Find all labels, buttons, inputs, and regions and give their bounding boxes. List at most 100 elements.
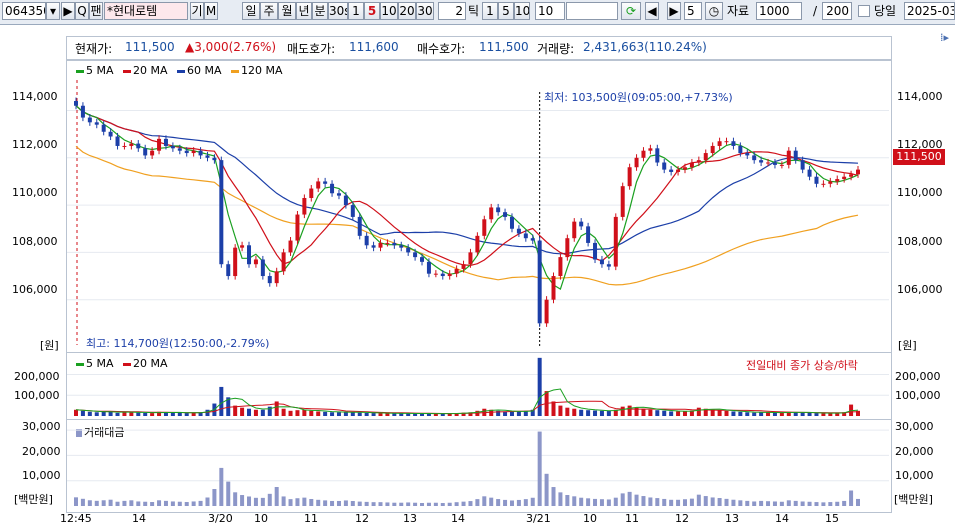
period-button-10[interactable]: 30: [416, 2, 434, 20]
toolbar: 064350 ▾ ▶ Q 팬 *현대로템 기 M 일주월년분30s1510203…: [0, 0, 955, 25]
amount-tick-left-0: 30,000: [22, 420, 61, 433]
stock-name-field[interactable]: *현대로템: [104, 2, 188, 20]
volume-note: 전일대비 종가 상승/하락: [746, 359, 858, 372]
price-label: 현재가:: [75, 42, 113, 56]
prev-icon[interactable]: ◀: [645, 2, 659, 20]
price-tick-left-1: 112,000: [12, 138, 58, 151]
refresh-icon[interactable]: ⟳: [621, 2, 641, 20]
amount-panel[interactable]: [66, 419, 892, 513]
price-tick-left-2: 110,000: [12, 186, 58, 199]
tick-option-0[interactable]: 1: [482, 2, 498, 20]
price-legend: 5 MA 20 MA 60 MA 120 MA: [76, 64, 283, 77]
period-button-9[interactable]: 20: [398, 2, 416, 20]
mode-button[interactable]: 팬: [89, 2, 103, 20]
period-button-1[interactable]: 주: [260, 2, 278, 20]
price-tick-right-4: 106,000: [897, 283, 943, 296]
price-value: 111,500: [125, 40, 175, 54]
period-button-7[interactable]: 5: [364, 2, 380, 20]
x-tick-6: 13: [403, 512, 417, 525]
change-value: ▲3,000(2.76%): [185, 40, 277, 54]
x-tick-7: 14: [451, 512, 465, 525]
stock-code-input[interactable]: 064350: [2, 2, 46, 20]
amount-tick-right-2: 10,000: [895, 469, 934, 482]
today-label: 당일: [874, 4, 897, 18]
legend-ma20: 20 MA: [123, 64, 168, 77]
m-button[interactable]: M: [204, 2, 218, 20]
x-tick-5: 12: [355, 512, 369, 525]
volume-value: 2,431,663(110.24%): [583, 40, 707, 54]
legend-ma60: 60 MA: [177, 64, 222, 77]
price-tick-right-3: 108,000: [897, 235, 943, 248]
legend-ma120: 120 MA: [231, 64, 283, 77]
volume-tick-right-1: 100,000: [895, 389, 941, 402]
tick-count-input[interactable]: 10: [535, 2, 565, 20]
date-input[interactable]: 2025-03-: [904, 2, 955, 20]
today-checkbox[interactable]: [858, 5, 870, 17]
blank-input[interactable]: [566, 2, 618, 20]
page-slash: /: [813, 4, 818, 18]
amount-unit-right: [백만원]: [894, 493, 933, 506]
play-button[interactable]: ▶: [61, 2, 75, 20]
next-icon[interactable]: ▶: [667, 2, 681, 20]
high-annotation: 최고: 114,700원(12:50:00,-2.79%): [86, 337, 270, 350]
data-label: 자료: [727, 4, 750, 18]
step-input[interactable]: 5: [684, 2, 702, 20]
amount-tick-right-0: 30,000: [895, 420, 934, 433]
price-tick-right-0: 114,000: [897, 90, 943, 103]
price-unit-right: [원]: [898, 339, 917, 352]
x-tick-11: 12: [675, 512, 689, 525]
x-tick-4: 11: [304, 512, 318, 525]
x-tick-13: 14: [775, 512, 789, 525]
price-panel[interactable]: [66, 60, 892, 354]
volume-tick-right-0: 200,000: [895, 370, 941, 383]
amount-unit-left: [백만원]: [14, 493, 53, 506]
amount-tick-left-2: 10,000: [22, 469, 61, 482]
amount-tick-right-1: 20,000: [895, 445, 934, 458]
x-tick-3: 10: [254, 512, 268, 525]
page-input[interactable]: 200: [822, 2, 852, 20]
price-tick-left-0: 114,000: [12, 90, 58, 103]
x-tick-2: 3/20: [208, 512, 233, 525]
x-tick-9: 10: [583, 512, 597, 525]
price-tick-left-4: 106,000: [12, 283, 58, 296]
amount-legend: 거래대금: [76, 424, 124, 440]
volume-legend: 5 MA 20 MA: [76, 357, 168, 370]
period-button-5[interactable]: 30s: [328, 2, 348, 20]
amount-tick-left-1: 20,000: [22, 445, 61, 458]
low-annotation: 최저: 103,500원(09:05:00,+7.73%): [544, 91, 733, 104]
clock-icon[interactable]: ◷: [705, 2, 723, 20]
tick-option-1[interactable]: 5: [498, 2, 514, 20]
volume-tick-left-1: 100,000: [14, 389, 60, 402]
period-button-4[interactable]: 분: [312, 2, 328, 20]
legend-vol-ma5: 5 MA: [76, 357, 114, 370]
period-button-2[interactable]: 월: [278, 2, 296, 20]
tick-option-2[interactable]: 10: [514, 2, 530, 20]
search-icon[interactable]: Q: [75, 2, 89, 20]
tick-input[interactable]: 2: [438, 2, 466, 20]
price-unit-left: [원]: [40, 339, 59, 352]
price-tick-right-2: 110,000: [897, 186, 943, 199]
count-select[interactable]: 1000: [756, 2, 802, 20]
period-button-6[interactable]: 1: [348, 2, 364, 20]
legend-ma5: 5 MA: [76, 64, 114, 77]
price-tick-left-3: 108,000: [12, 235, 58, 248]
code-dropdown-button[interactable]: ▾: [46, 2, 60, 20]
period-button-0[interactable]: 일: [242, 2, 260, 20]
period-button-3[interactable]: 년: [296, 2, 312, 20]
x-tick-10: 11: [625, 512, 639, 525]
x-tick-1: 14: [132, 512, 146, 525]
x-tick-14: 15: [825, 512, 839, 525]
gi-button[interactable]: 기: [190, 2, 204, 20]
volume-label: 거래량:: [537, 42, 575, 56]
expand-icon[interactable]: ⁞▸: [940, 31, 949, 44]
volume-tick-left-0: 200,000: [14, 370, 60, 383]
current-price-tag: 111,500: [893, 149, 945, 165]
bid-value: 111,500: [479, 40, 529, 54]
ask-value: 111,600: [349, 40, 399, 54]
ask-label: 매도호가:: [287, 42, 336, 56]
quote-info-bar: 현재가: 111,500 ▲3,000(2.76%) 매도호가: 111,600…: [66, 36, 892, 60]
x-tick-12: 13: [725, 512, 739, 525]
x-tick-8: 3/21: [526, 512, 551, 525]
x-tick-0: 12:45: [60, 512, 92, 525]
period-button-8[interactable]: 10: [380, 2, 398, 20]
